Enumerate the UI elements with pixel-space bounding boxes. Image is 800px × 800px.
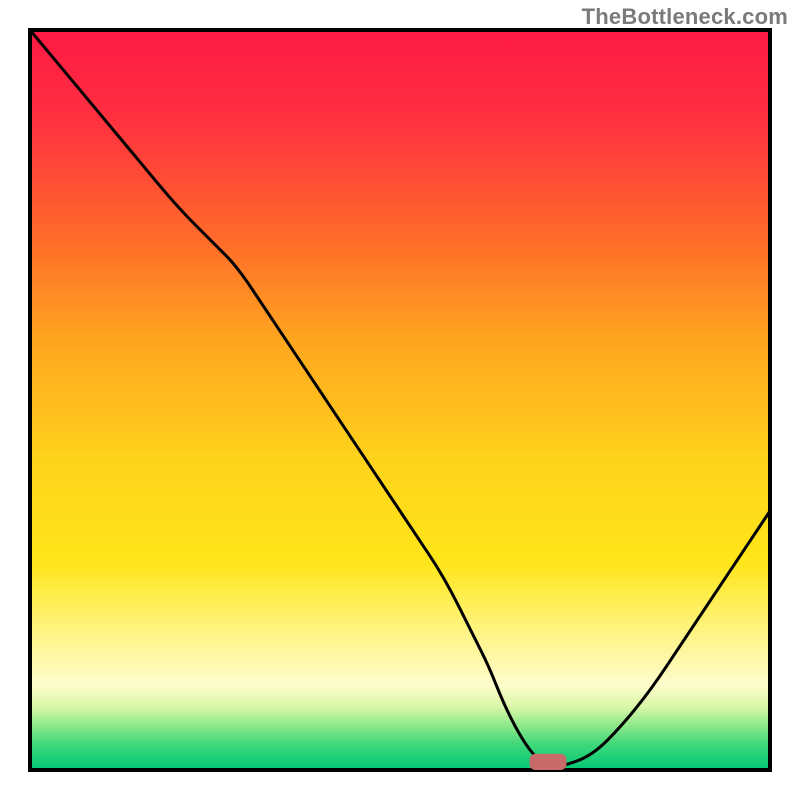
chart-container: TheBottleneck.com — [0, 0, 800, 800]
watermark-text: TheBottleneck.com — [582, 4, 788, 30]
plot-background — [30, 30, 770, 770]
optimal-point-marker — [530, 754, 567, 770]
bottleneck-chart — [0, 0, 800, 800]
